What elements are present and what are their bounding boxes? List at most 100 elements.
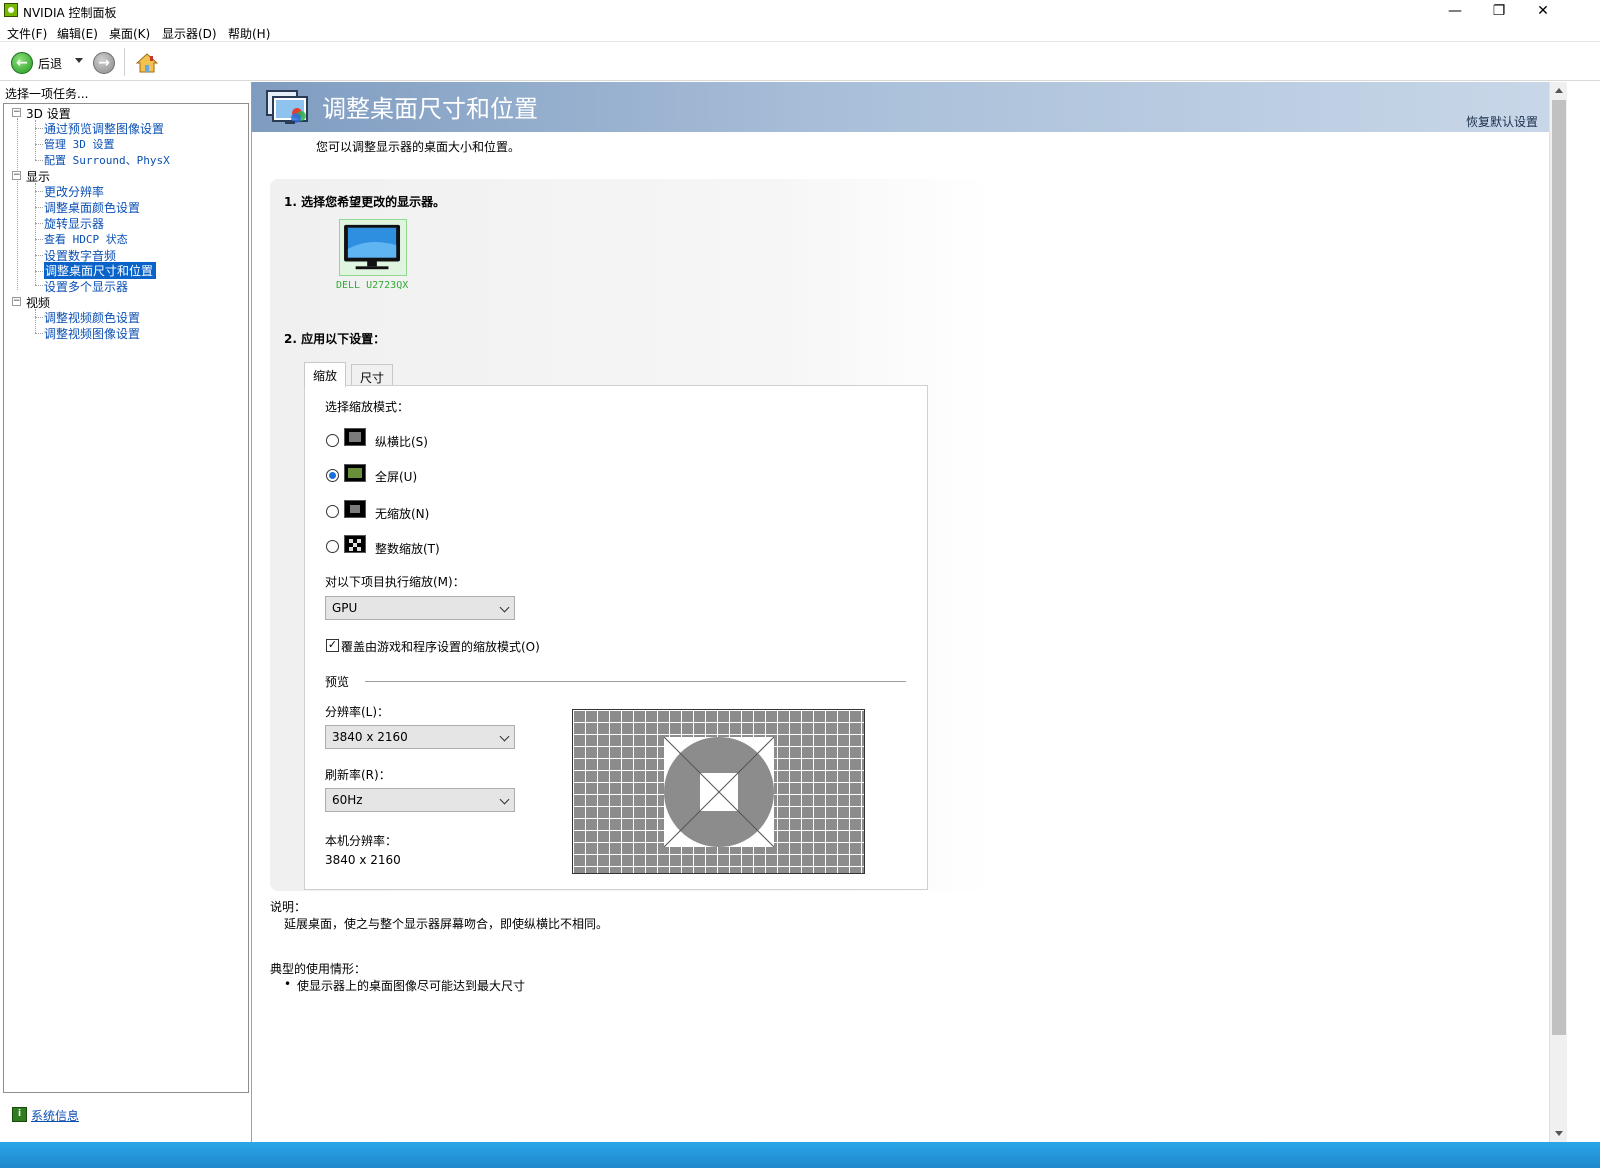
forward-arrow-icon[interactable]: → [93, 52, 115, 74]
tree-connector [35, 271, 43, 272]
monitor-icon [344, 224, 401, 270]
integer-scaling-label[interactable]: 整数缩放(T) [375, 540, 440, 557]
sidebar-item-video-image[interactable]: 调整视频图像设置 [44, 325, 140, 342]
page-title: 调整桌面尺寸和位置 [322, 95, 538, 123]
refresh-rate-label: 刷新率(R)： [325, 768, 391, 782]
test-pattern-icon [664, 737, 774, 847]
history-dropdown-icon[interactable] [75, 58, 83, 63]
radio-fullscreen[interactable] [326, 469, 339, 482]
task-panel: 选择一项任务... − 3D 设置 通过预览调整图像设置 管理 3D 设置 配置… [0, 82, 252, 1142]
integer-scaling-icon [344, 535, 366, 553]
collapse-toggle-icon[interactable]: − [12, 171, 21, 180]
description-title: 说明： [270, 900, 307, 914]
usage-bullet: • [284, 977, 292, 991]
chevron-down-icon [499, 794, 510, 805]
aspect-ratio-icon [344, 428, 366, 446]
collapse-toggle-icon[interactable]: − [12, 297, 21, 306]
step-1-heading: 1. 选择您希望更改的显示器。 [284, 195, 446, 209]
task-tree: − 3D 设置 通过预览调整图像设置 管理 3D 设置 配置 Surround、… [3, 103, 249, 1093]
main-content: 调整桌面尺寸和位置 恢复默认设置 您可以调整显示器的桌面大小和位置。 1. 选择… [252, 82, 1549, 1142]
sidebar-item-multiple-displays[interactable]: 设置多个显示器 [44, 278, 128, 295]
no-scaling-label[interactable]: 无缩放(N) [375, 505, 429, 522]
sidebar-item-change-resolution[interactable]: 更改分辨率 [44, 183, 104, 200]
restore-defaults-link[interactable]: 恢复默认设置 [1466, 113, 1538, 130]
scroll-down-icon[interactable] [1555, 1131, 1563, 1136]
refresh-rate-select[interactable]: 60Hz [325, 788, 515, 812]
monitor-name[interactable]: DELL U2723QX [336, 280, 408, 291]
collapse-toggle-icon[interactable]: − [12, 108, 21, 117]
fullscreen-label[interactable]: 全屏(U) [375, 468, 417, 485]
tree-connector [35, 255, 43, 256]
monitor-selector[interactable] [339, 219, 407, 276]
perform-scaling-value: GPU [332, 601, 358, 615]
sidebar-item-desktop-color[interactable]: 调整桌面颜色设置 [44, 199, 140, 216]
preview-label: 预览 [325, 675, 350, 689]
back-arrow-icon[interactable]: ← [11, 52, 33, 74]
menu-display[interactable]: 显示器(D) [162, 25, 217, 42]
close-button[interactable]: ✕ [1520, 0, 1566, 22]
usage-text: 使显示器上的桌面图像尽可能达到最大尺寸 [297, 979, 526, 993]
page-banner: 调整桌面尺寸和位置 恢复默认设置 [252, 82, 1549, 132]
vertical-scrollbar[interactable] [1549, 82, 1567, 1142]
window-title: NVIDIA 控制面板 [23, 6, 117, 20]
menu-file[interactable]: 文件(F) [7, 25, 47, 42]
scroll-up-icon[interactable] [1555, 88, 1563, 93]
menu-bar: 文件(F) 编辑(E) 桌面(K) 显示器(D) 帮助(H) [0, 22, 1600, 42]
home-icon[interactable] [136, 52, 158, 74]
sidebar-item-hdcp-status[interactable]: 查看 HDCP 状态 [44, 231, 128, 247]
menu-desktop[interactable]: 桌面(K) [109, 25, 150, 42]
chevron-down-icon [499, 602, 510, 613]
radio-integer-scaling[interactable] [326, 540, 339, 553]
perform-scaling-label: 对以下项目执行缩放(M)： [325, 575, 465, 589]
tab-size[interactable]: 尺寸 [351, 364, 394, 387]
menu-help[interactable]: 帮助(H) [228, 25, 270, 42]
tree-connector [35, 183, 36, 285]
perform-scaling-select[interactable]: GPU [325, 596, 515, 620]
tree-connector [35, 309, 36, 333]
tree-connector [35, 239, 43, 240]
task-panel-header: 选择一项任务... [5, 87, 89, 101]
no-scaling-icon [344, 500, 366, 518]
radio-no-scaling[interactable] [326, 505, 339, 518]
back-button[interactable]: 后退 [38, 55, 62, 72]
tree-connector [35, 223, 43, 224]
native-resolution-label: 本机分辨率： [325, 834, 398, 848]
radio-aspect-ratio[interactable] [326, 434, 339, 447]
tree-connector [35, 317, 43, 318]
fullscreen-icon [344, 464, 366, 482]
tree-connector [35, 128, 43, 129]
nvidia-logo-icon [4, 3, 18, 17]
usage-title: 典型的使用情形： [270, 962, 367, 976]
menu-edit[interactable]: 编辑(E) [57, 25, 98, 42]
aspect-ratio-label[interactable]: 纵横比(S) [375, 433, 428, 450]
tree-connector [17, 118, 18, 290]
taskbar [0, 1142, 1600, 1168]
native-resolution-value: 3840 x 2160 [325, 853, 401, 867]
resolution-label: 分辨率(L)： [325, 705, 390, 719]
tree-connector [35, 120, 36, 160]
resolution-select[interactable]: 3840 x 2160 [325, 725, 515, 749]
tree-connector [35, 285, 43, 286]
description-text: 延展桌面，使之与整个显示器屏幕吻合，即使纵横比不相同。 [284, 917, 609, 931]
scrollbar-thumb[interactable] [1552, 100, 1566, 1035]
scaling-preview [572, 709, 865, 874]
toolbar-separator [124, 48, 125, 76]
minimize-button[interactable]: — [1432, 0, 1478, 22]
sidebar-item-manage-3d[interactable]: 管理 3D 设置 [44, 136, 115, 152]
sidebar-item-video-color[interactable]: 调整视频颜色设置 [44, 309, 140, 326]
override-scaling-label[interactable]: 覆盖由游戏和程序设置的缩放模式(O) [341, 638, 540, 655]
system-info-link[interactable]: 系统信息 [31, 1107, 79, 1124]
override-scaling-checkbox[interactable]: ✓ [326, 639, 339, 652]
sidebar-item-surround-physx[interactable]: 配置 Surround、PhysX [44, 152, 170, 168]
chevron-down-icon [499, 731, 510, 742]
tree-connector [35, 191, 43, 192]
toolbar: ← 后退 → [0, 43, 1600, 81]
restore-button[interactable]: ❐ [1476, 0, 1522, 22]
sidebar-item-desktop-size-position[interactable]: 调整桌面尺寸和位置 [44, 262, 157, 279]
sidebar-item-rotate-display[interactable]: 旋转显示器 [44, 215, 104, 232]
resolution-value: 3840 x 2160 [332, 730, 408, 744]
info-icon: i [12, 1107, 27, 1122]
refresh-rate-value: 60Hz [332, 793, 363, 807]
tab-scaling[interactable]: 缩放 [304, 362, 347, 387]
sidebar-item-preview-image[interactable]: 通过预览调整图像设置 [44, 120, 164, 137]
